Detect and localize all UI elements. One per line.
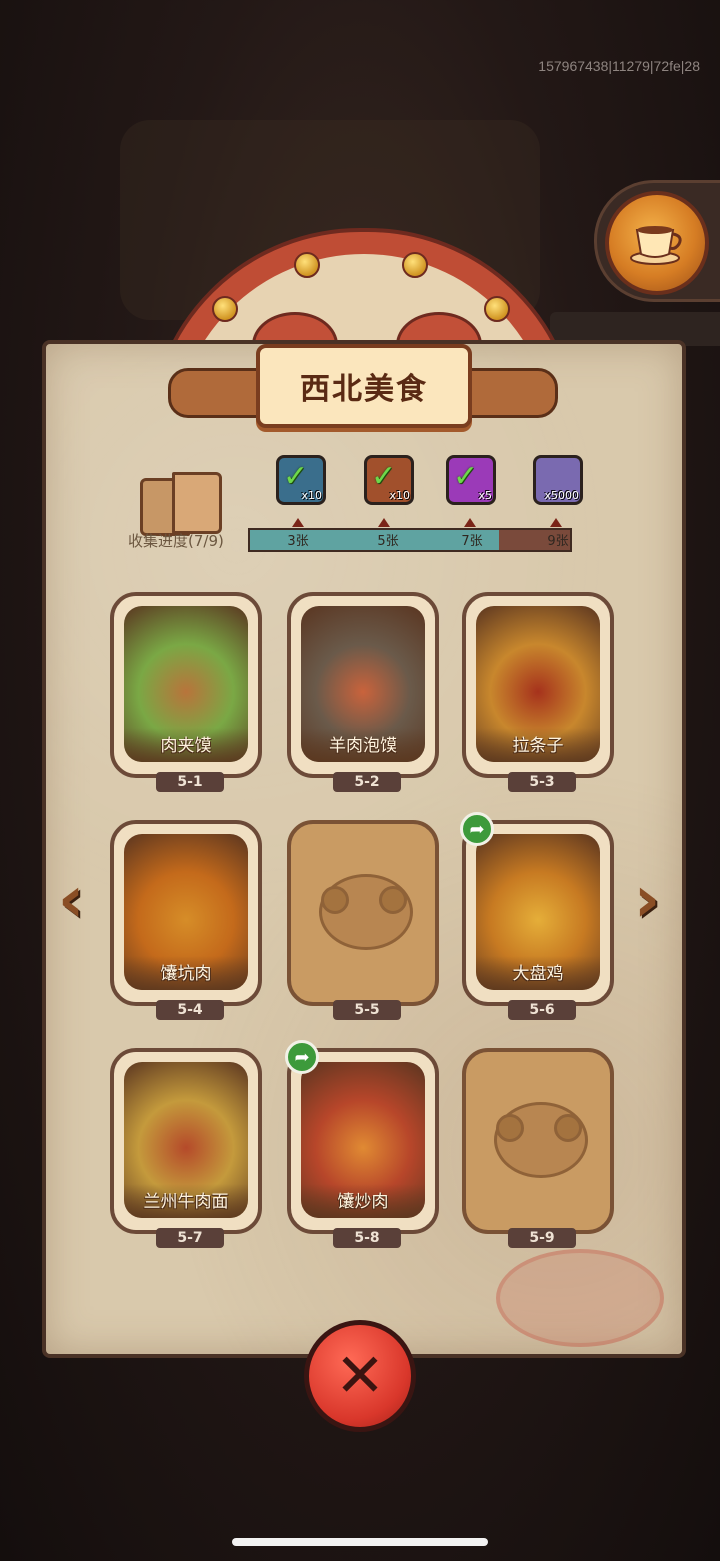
check-icon: ✓ <box>283 459 309 494</box>
close-button[interactable]: ✕ <box>304 1320 416 1432</box>
share-icon[interactable]: ➦ <box>285 1040 319 1074</box>
page-title: 西北美食 <box>300 372 428 407</box>
milestone-marker <box>292 518 304 527</box>
dish-number: 5-5 <box>333 1000 401 1020</box>
close-icon: ✕ <box>334 1341 386 1411</box>
milestone-marker <box>464 518 476 527</box>
dish-card[interactable]: 羊肉泡馍 5-2 <box>287 592 439 792</box>
debug-id: 157967438|11279|72fe|28 <box>538 58 700 74</box>
dish-card[interactable]: 馕坑肉 5-4 <box>110 820 262 1020</box>
milestone-marker <box>550 518 562 527</box>
dish-card[interactable]: 大盘鸡 5-6 <box>462 820 614 1020</box>
reward-qty: x10 <box>301 489 322 502</box>
chevron-left-icon[interactable]: ‹ <box>48 864 94 936</box>
reward-qty: x5 <box>478 489 492 502</box>
dish-card[interactable]: 肉夹馍 5-1 <box>110 592 262 792</box>
dish-number: 5-2 <box>333 772 401 792</box>
milestone-label: 9张 <box>547 534 569 549</box>
reward-orb[interactable]: ✓ x5 <box>446 455 496 505</box>
dish-number: 5-1 <box>156 772 224 792</box>
dish-number: 5-6 <box>508 1000 576 1020</box>
dish-card[interactable]: 馕炒肉 5-8 <box>287 1048 439 1248</box>
dish-card[interactable]: 兰州牛肉面 5-7 <box>110 1048 262 1248</box>
wax-stamp <box>496 1249 664 1347</box>
dish-name: 馕坑肉 <box>160 964 212 984</box>
dish-card[interactable]: 5-5 <box>287 820 439 1020</box>
coffee-cup-icon <box>605 191 709 295</box>
dish-name: 肉夹馍 <box>160 736 212 756</box>
dish-card[interactable]: 5-9 <box>462 1048 614 1248</box>
book-icon <box>140 472 222 536</box>
dish-name: 大盘鸡 <box>512 964 564 984</box>
reward-qty: x10 <box>389 489 410 502</box>
chevron-right-icon[interactable]: › <box>624 864 670 936</box>
home-indicator <box>232 1538 488 1546</box>
milestone-label: 7张 <box>461 534 483 549</box>
dish-number: 5-3 <box>508 772 576 792</box>
dish-name: 拉条子 <box>512 736 564 756</box>
dish-number: 5-9 <box>508 1228 576 1248</box>
check-icon: ✓ <box>453 459 479 494</box>
dish-card[interactable]: 拉条子 5-3 <box>462 592 614 792</box>
reward-crystal[interactable]: x5000 <box>533 455 583 505</box>
progress-label: 收集进度(7/9) <box>128 532 224 550</box>
dish-number: 5-8 <box>333 1228 401 1248</box>
reward-qty: x5000 <box>544 489 579 502</box>
milestone-label: 5张 <box>377 534 399 549</box>
title-banner: 西北美食 <box>256 344 472 428</box>
reward-chest[interactable]: ✓ x10 <box>276 455 326 505</box>
milestone-marker <box>378 518 390 527</box>
dish-name: 羊肉泡馍 <box>329 736 397 756</box>
dish-name: 兰州牛肉面 <box>143 1192 229 1212</box>
reward-scroll[interactable]: ✓ x10 <box>364 455 414 505</box>
share-icon[interactable]: ➦ <box>460 812 494 846</box>
dish-name: 馕炒肉 <box>337 1192 389 1212</box>
check-icon: ✓ <box>371 459 397 494</box>
dish-number: 5-4 <box>156 1000 224 1020</box>
milestone-label: 3张 <box>287 534 309 549</box>
dish-number: 5-7 <box>156 1228 224 1248</box>
coffee-cup-button[interactable] <box>594 180 720 302</box>
